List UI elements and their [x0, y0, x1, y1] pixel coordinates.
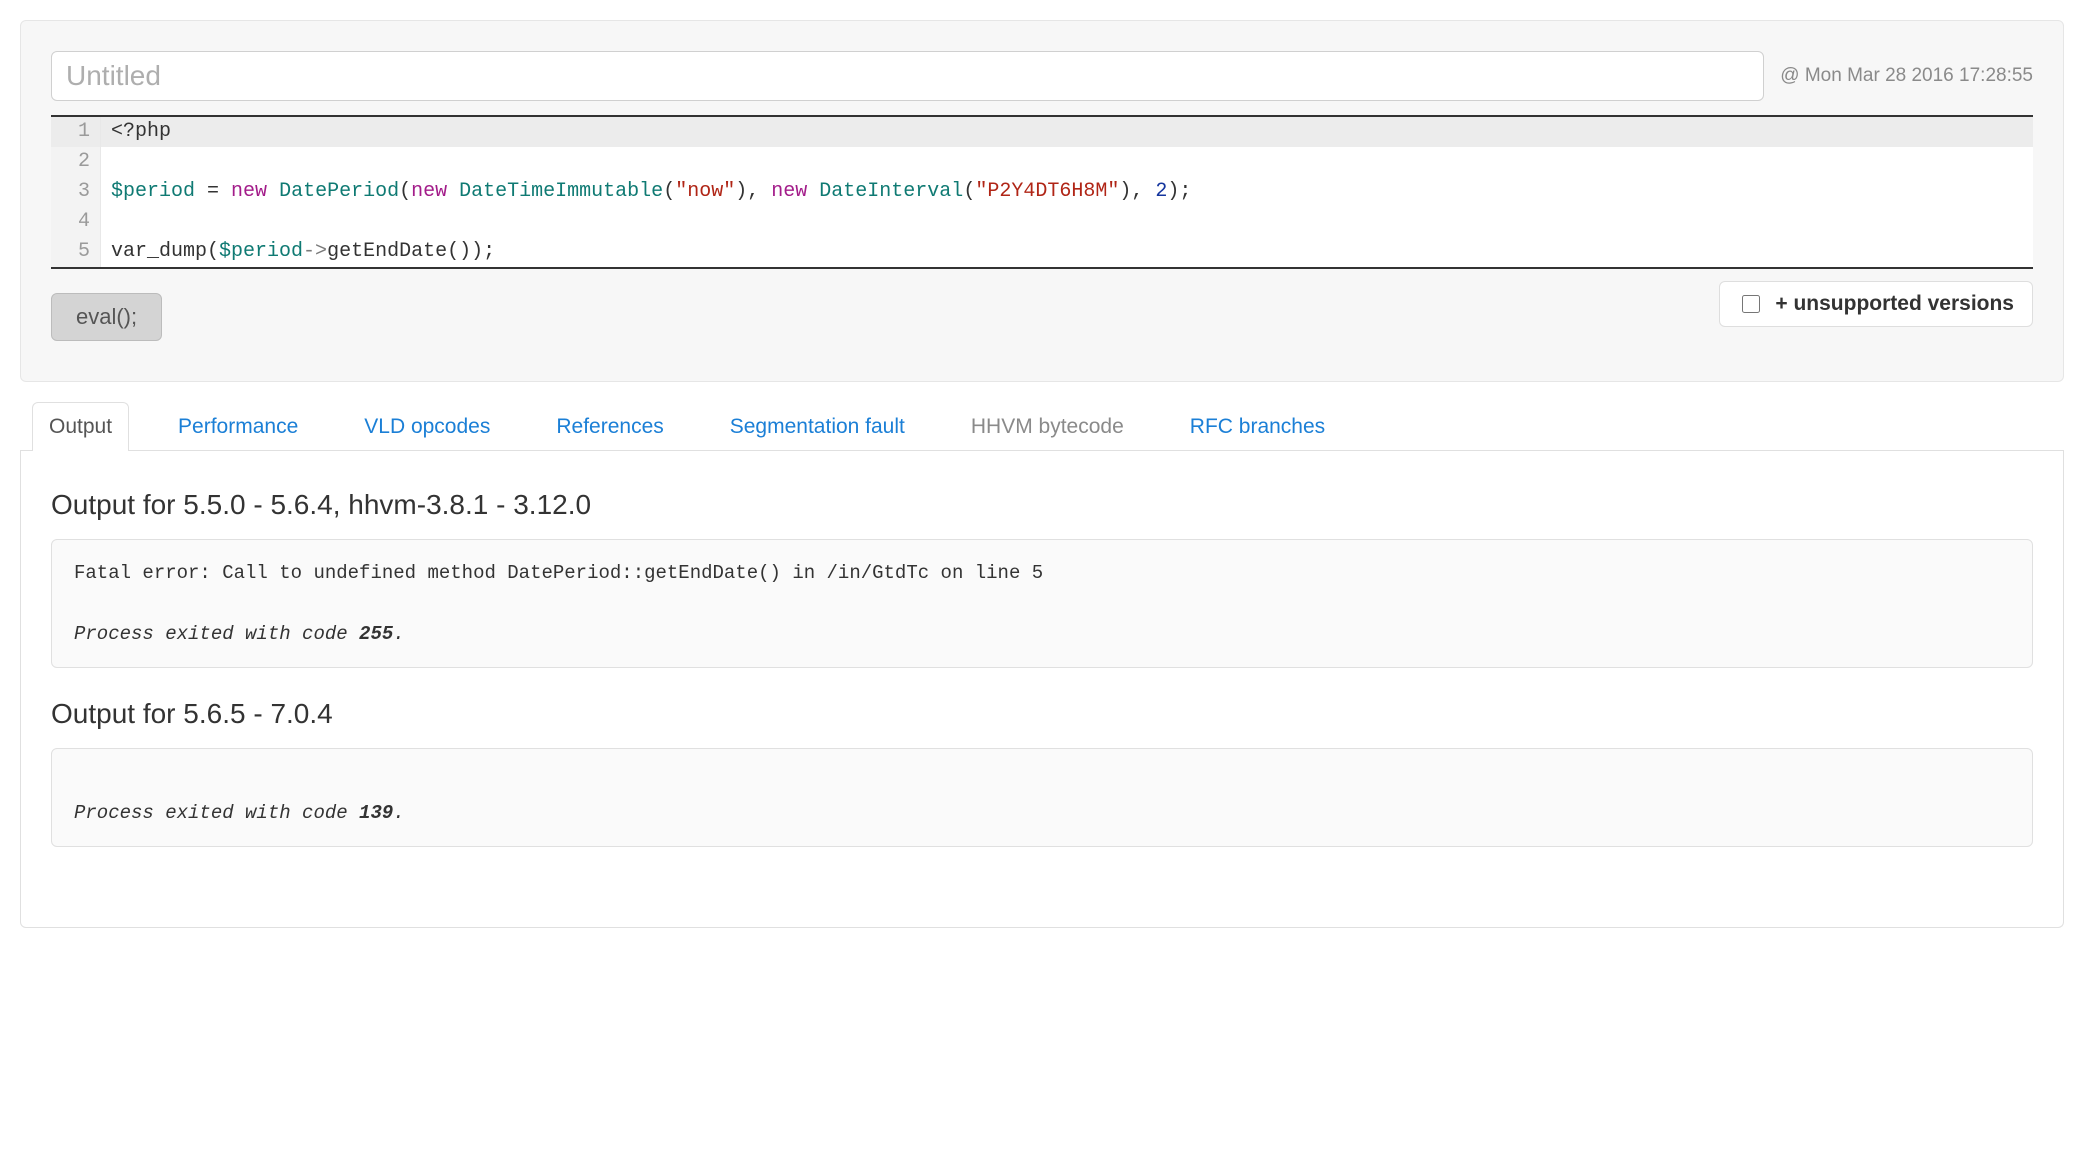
tab-hhvm-bytecode[interactable]: HHVM bytecode	[954, 402, 1141, 451]
output-exit-prefix: Process exited with code	[74, 802, 359, 824]
output-exit-code: 255	[359, 623, 393, 645]
output-section-block: Fatal error: Call to undefined method Da…	[51, 539, 2033, 668]
token-space	[267, 180, 279, 203]
code-line: 3 $period = new DatePeriod(new DateTimeI…	[51, 177, 2033, 207]
code-line: 1 <?php	[51, 117, 2033, 147]
token-punct: (	[963, 180, 975, 203]
token-punct: (	[207, 240, 219, 263]
code-content	[101, 207, 2033, 237]
tab-references[interactable]: References	[539, 402, 680, 451]
token-variable: $period	[111, 180, 195, 203]
editor-panel: @ Mon Mar 28 2016 17:28:55 1 <?php 2 3 $…	[20, 20, 2064, 382]
line-number: 5	[51, 237, 101, 267]
output-section-heading: Output for 5.6.5 - 7.0.4	[51, 698, 2033, 730]
page-root: @ Mon Mar 28 2016 17:28:55 1 <?php 2 3 $…	[0, 0, 2084, 948]
code-content	[101, 147, 2033, 177]
timestamp-label: @ Mon Mar 28 2016 17:28:55	[1780, 65, 2033, 87]
code-content: var_dump($period->getEndDate());	[101, 237, 2033, 267]
token-punct: ,	[1131, 180, 1155, 203]
tab-rfc-branches[interactable]: RFC branches	[1173, 402, 1342, 451]
output-section-heading: Output for 5.5.0 - 5.6.4, hhvm-3.8.1 - 3…	[51, 489, 2033, 521]
eval-button[interactable]: eval();	[51, 293, 162, 341]
tab-segmentation-fault[interactable]: Segmentation fault	[713, 402, 922, 451]
line-number: 2	[51, 147, 101, 177]
code-content: $period = new DatePeriod(new DateTimeImm…	[101, 177, 2033, 207]
token-arrow: ->	[303, 240, 327, 263]
tab-vld-opcodes[interactable]: VLD opcodes	[347, 402, 507, 451]
token-punct: )	[1119, 180, 1131, 203]
output-exit-prefix: Process exited with code	[74, 623, 359, 645]
token-number: 2	[1155, 180, 1167, 203]
token-punct: ;	[483, 240, 495, 263]
token-string: "now"	[675, 180, 735, 203]
token-punct: ()	[447, 240, 471, 263]
code-editor[interactable]: 1 <?php 2 3 $period = new DatePeriod(new…	[51, 115, 2033, 269]
code-line: 5 var_dump($period->getEndDate());	[51, 237, 2033, 267]
code-line: 4	[51, 207, 2033, 237]
unsupported-versions-toggle[interactable]: + unsupported versions	[1719, 281, 2033, 327]
token-keyword: new	[771, 180, 807, 203]
line-number: 3	[51, 177, 101, 207]
output-exit-suffix: .	[393, 623, 404, 645]
title-row: @ Mon Mar 28 2016 17:28:55	[51, 51, 2033, 101]
token-punct: )	[1167, 180, 1179, 203]
editor-actions-row: eval(); + unsupported versions	[51, 281, 2033, 341]
token-string: "P2Y4DT6H8M"	[975, 180, 1119, 203]
line-number: 4	[51, 207, 101, 237]
line-number: 1	[51, 117, 101, 147]
tab-performance[interactable]: Performance	[161, 402, 315, 451]
token-punct: ,	[747, 180, 771, 203]
token-punct: ;	[1179, 180, 1191, 203]
token-keyword: new	[231, 180, 267, 203]
code-content: <?php	[101, 117, 2033, 147]
token-class: DateTimeImmutable	[459, 180, 663, 203]
timestamp-prefix: @	[1780, 65, 1805, 86]
output-exit-line: Process exited with code 139.	[74, 798, 2010, 828]
title-input[interactable]	[51, 51, 1764, 101]
token-keyword: new	[411, 180, 447, 203]
token-operator: =	[195, 180, 231, 203]
unsupported-versions-label: + unsupported versions	[1775, 292, 2014, 316]
output-body-text: Fatal error: Call to undefined method Da…	[74, 558, 2010, 588]
output-section-block: Process exited with code 139.	[51, 748, 2033, 847]
token-class: DatePeriod	[279, 180, 399, 203]
code-line: 2	[51, 147, 2033, 177]
unsupported-versions-checkbox[interactable]	[1742, 295, 1760, 313]
token-method: getEndDate	[327, 240, 447, 263]
tab-output[interactable]: Output	[32, 402, 129, 451]
output-exit-suffix: .	[393, 802, 404, 824]
result-tabs: Output Performance VLD opcodes Reference…	[20, 402, 2064, 451]
token-punct: )	[735, 180, 747, 203]
token-punct: (	[399, 180, 411, 203]
output-pane: Output for 5.5.0 - 5.6.4, hhvm-3.8.1 - 3…	[20, 451, 2064, 928]
token-class: DateInterval	[819, 180, 963, 203]
output-exit-code: 139	[359, 802, 393, 824]
token-punct: (	[663, 180, 675, 203]
output-exit-line: Process exited with code 255.	[74, 619, 2010, 649]
token-func: var_dump	[111, 240, 207, 263]
token-variable: $period	[219, 240, 303, 263]
token-space	[807, 180, 819, 203]
php-open-tag: <?php	[111, 120, 171, 143]
token-punct: )	[471, 240, 483, 263]
token-space	[447, 180, 459, 203]
timestamp-value: Mon Mar 28 2016 17:28:55	[1805, 65, 2033, 86]
